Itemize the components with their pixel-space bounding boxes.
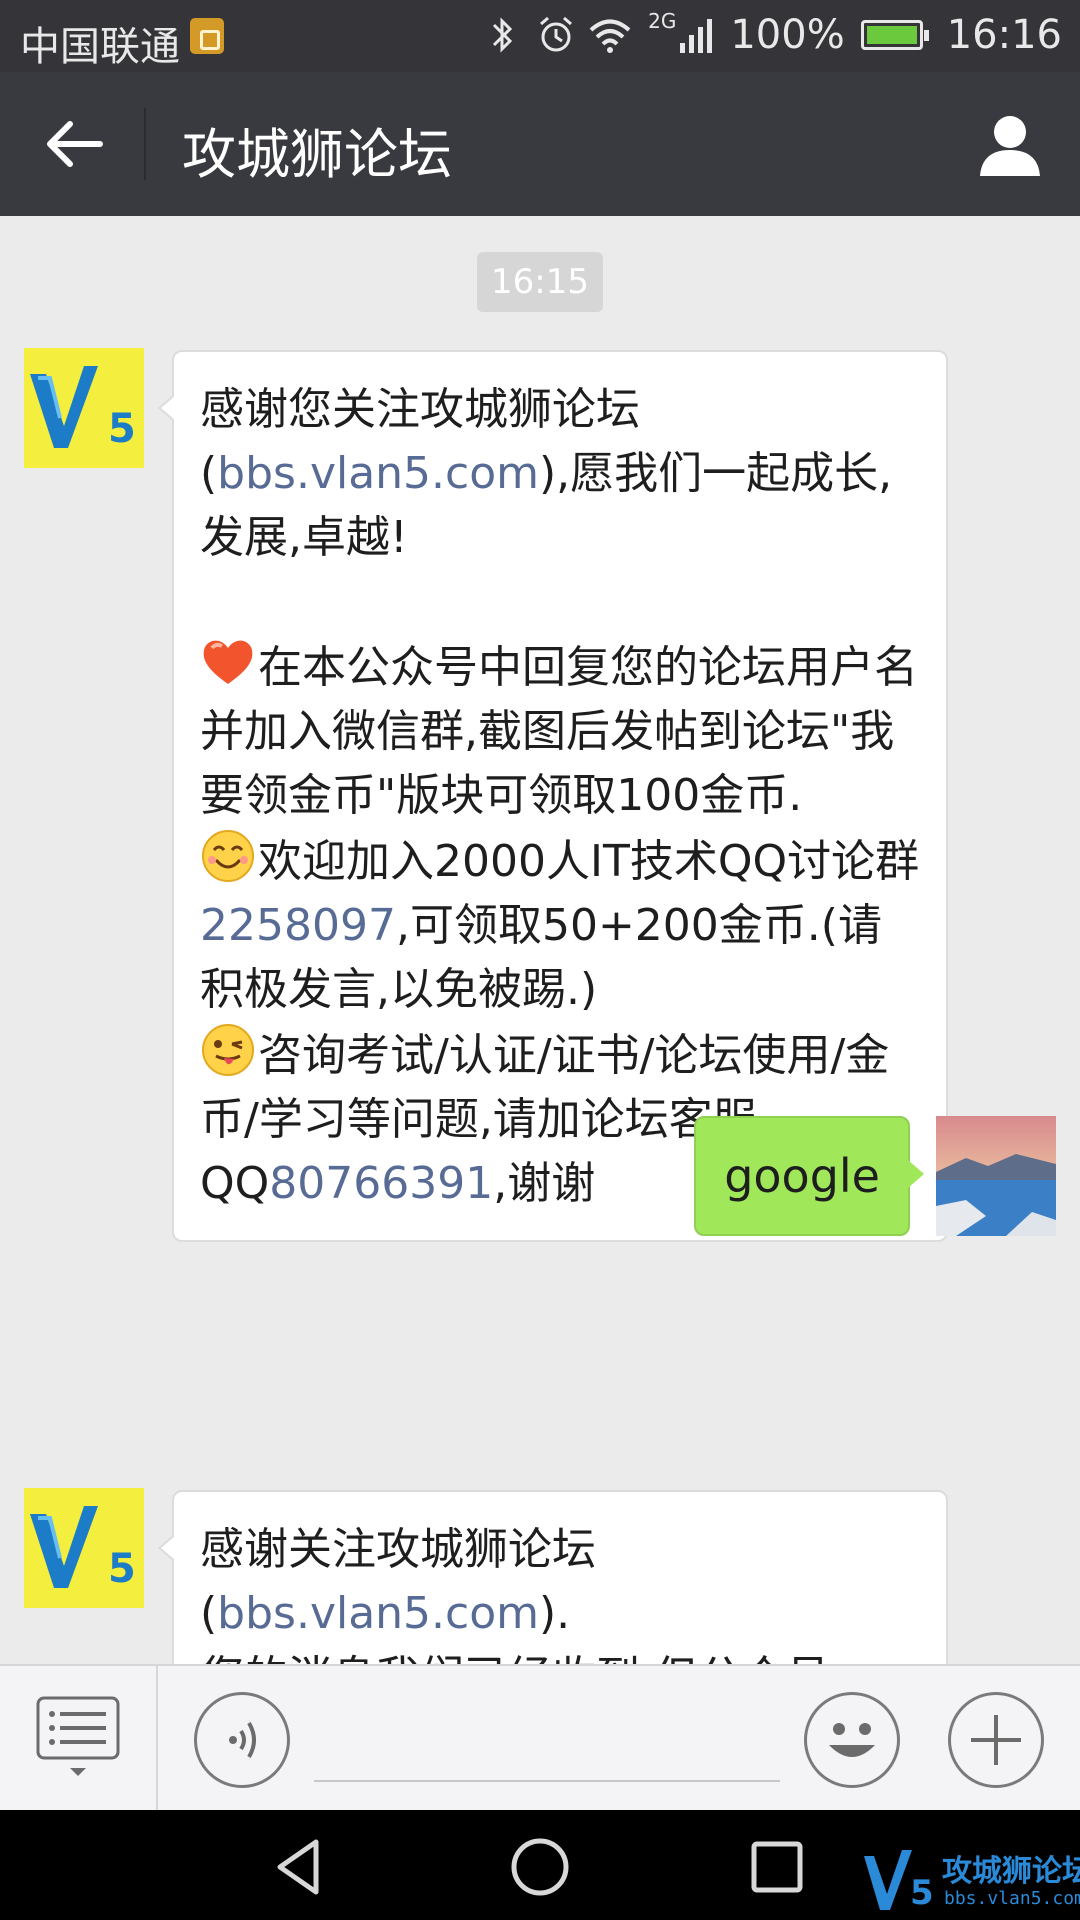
emoji-button[interactable] [804,1692,900,1788]
input-divider [156,1666,158,1812]
nav-back-icon [277,1839,319,1895]
network-type: 2G [648,9,677,33]
message-timestamp: 16:15 [477,252,603,312]
smile-emoji-icon [200,828,256,884]
input-bar [0,1664,1080,1812]
sender-avatar[interactable]: 5 [24,348,144,468]
landscape-avatar-icon [936,1116,1056,1236]
navigation-bar: 5 攻城狮论坛 bbs.vlan5.com [0,1810,1080,1920]
wifi-icon [588,15,632,55]
signal-icon [678,15,714,55]
site-link[interactable]: bbs.vlan5.com [217,448,539,499]
sender-avatar[interactable]: 5 [24,1488,144,1608]
menu-list-icon [36,1696,120,1776]
welcome-line-2: (bbs.vlan5.com),愿我们一起成长, [200,448,893,499]
voice-button[interactable] [194,1692,290,1788]
nav-recent-button[interactable] [742,1832,812,1902]
battery-icon [860,20,929,50]
nav-recent-icon [751,1841,803,1893]
welcome-line-1: 感谢您关注攻城狮论坛 [200,384,640,435]
alarm-icon [536,15,573,55]
watermark-url: bbs.vlan5.com [944,1888,1080,1909]
my-avatar[interactable] [936,1116,1056,1236]
title-divider [144,108,146,180]
paragraph-wechat-group: 在本公众号中回复您的论坛用户名并加入微信群,截图后发帖到论坛"我要领金币"版块可… [200,634,922,828]
svg-text:5: 5 [910,1873,934,1913]
nav-home-icon [511,1838,569,1896]
watermark-title: 攻城狮论坛 [942,1854,1080,1889]
clock: 16:16 [946,12,1062,58]
watermark: 5 攻城狮论坛 bbs.vlan5.com [862,1844,1080,1916]
person-icon [980,116,1040,176]
voice-icon [229,1721,256,1759]
reply-line-2: (bbs.vlan5.com). [200,1588,571,1639]
v5-watermark-logo-icon: 5 [864,1850,934,1913]
bluetooth-icon [484,15,520,55]
carrier-name: 中国联通 [20,24,180,70]
message-input[interactable] [314,1706,780,1782]
menu-button[interactable] [36,1696,120,1786]
battery-percent: 100% [730,12,845,58]
reply-line-1: 感谢关注攻城狮论坛 [200,1524,596,1575]
my-message-text: google [724,1149,880,1203]
page-title: 攻城狮论坛 [182,123,452,186]
back-button[interactable] [38,114,108,174]
message-bubble-auto-reply[interactable]: 感谢关注攻城狮论坛 (bbs.vlan5.com). 您的消息我们已经收到,但公… [158,1490,948,1664]
heart-emoji-icon [200,634,256,690]
v5-logo-icon: 5 [24,1488,144,1608]
plus-button[interactable] [948,1692,1044,1788]
status-icons: 2G 100% 16:16 [484,9,1062,58]
profile-button[interactable] [976,110,1044,178]
qq-group-link[interactable]: 2258097 [200,900,396,951]
title-bar: 攻城狮论坛 [0,72,1080,216]
paragraph-qq-group: 欢迎加入2000人IT技术QQ讨论群2258097,可领取50+200金币.(请… [200,828,922,1022]
svg-text:5: 5 [108,1546,136,1592]
nav-back-button[interactable] [266,1832,336,1902]
reply-line-3: 您的消息我们已经收到,但公众号 [200,1646,922,1664]
status-bar: 中国联通 2G 100% 16:16 [0,0,1080,72]
my-message-bubble[interactable]: google [694,1116,924,1236]
site-link[interactable]: bbs.vlan5.com [217,1588,539,1639]
emoji-face-icon [829,1723,875,1757]
support-qq-link[interactable]: 80766391 [269,1158,493,1209]
arrow-left-icon [47,121,103,167]
nav-home-button[interactable] [505,1832,575,1902]
svg-text:5: 5 [108,406,136,452]
wink-tongue-emoji-icon [200,1022,256,1078]
message-bubble-welcome[interactable]: 感谢您关注攻城狮论坛 (bbs.vlan5.com),愿我们一起成长, 发展,卓… [158,350,948,1242]
sim-lock-icon [190,18,224,54]
v5-logo-icon: 5 [24,348,144,468]
chat-area[interactable]: 16:15 5 感谢您关注攻城狮论坛 (bbs.vlan5.com),愿我们一起… [0,216,1080,1664]
welcome-line-3: 发展,卓越! [200,512,408,563]
plus-icon [971,1715,1021,1765]
